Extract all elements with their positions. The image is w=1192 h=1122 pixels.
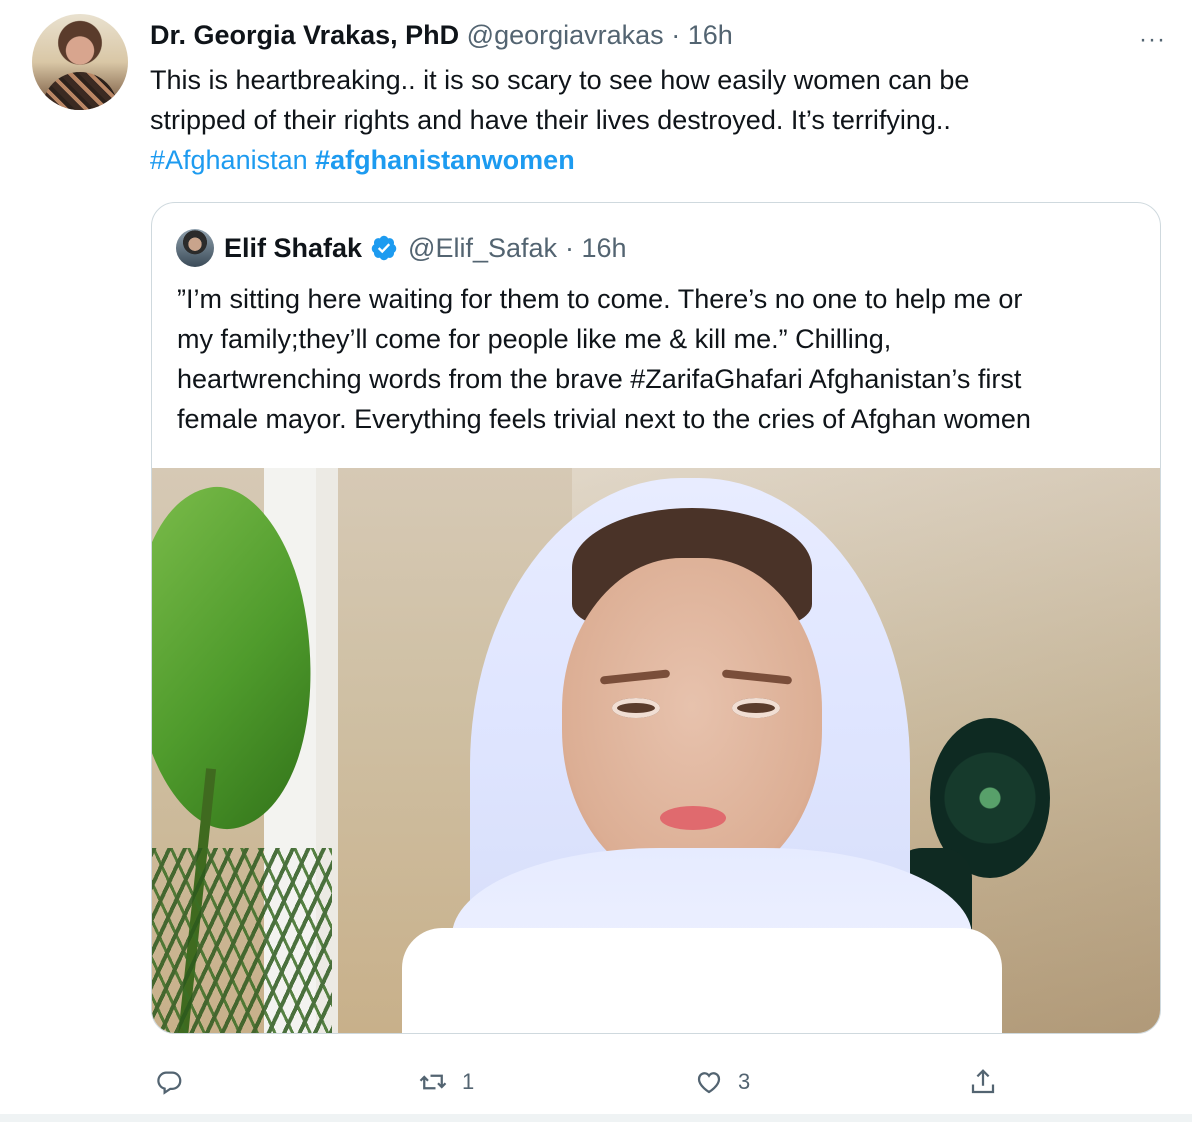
quoted-tweet-text: ”I’m sitting here waiting for them to co… (177, 279, 1147, 439)
hashtag-link[interactable]: #Afghanistan (150, 145, 308, 175)
photo-eye (612, 698, 660, 718)
tweet-text-line: stripped of their rights and have their … (150, 105, 951, 135)
quoted-tweet-time[interactable]: · 16h (565, 233, 627, 264)
verified-badge-icon (371, 235, 397, 261)
quoted-author-avatar[interactable] (176, 229, 214, 267)
quoted-author-handle[interactable]: @Elif_Safak (408, 233, 557, 264)
like-count: 3 (738, 1069, 751, 1094)
retweet-count: 1 (462, 1069, 475, 1094)
photo-collar (402, 928, 1002, 1033)
quoted-text-line: female mayor. Everything feels trivial n… (177, 404, 1031, 434)
more-options-icon[interactable]: ··· (1139, 26, 1166, 54)
photo-lips (660, 806, 726, 830)
reply-icon (157, 1071, 182, 1095)
tweet-hashtags: #Afghanistan #afghanistanwomen (150, 140, 1160, 180)
tweet-header: Dr. Georgia Vrakas, PhD @georgiavrakas ·… (150, 18, 733, 52)
retweet-button[interactable]: 1 (418, 1062, 474, 1102)
photo-eye (732, 698, 780, 718)
avatar-image-detail (42, 72, 118, 110)
quoted-text-line: my family;they’ll come for people like m… (177, 324, 892, 354)
heart-icon (697, 1072, 721, 1094)
quoted-text-line: heartwrenching words from the brave #Zar… (177, 364, 1022, 394)
quoted-tweet[interactable]: Elif Shafak @Elif_Safak · 16h ”I’m sitti… (151, 202, 1161, 1034)
tweet-text-line: This is heartbreaking.. it is so scary t… (150, 65, 970, 95)
share-icon (971, 1069, 995, 1094)
share-button[interactable] (968, 1062, 998, 1102)
tweet-text: This is heartbreaking.. it is so scary t… (150, 60, 1160, 180)
photo-palm (152, 848, 332, 1033)
reply-button[interactable] (154, 1062, 198, 1102)
hashtag-link[interactable]: #afghanistanwomen (315, 145, 575, 175)
retweet-icon (419, 1074, 447, 1090)
tweet-time[interactable]: · 16h (671, 20, 733, 50)
tweet-actions: 1 3 (150, 1062, 1030, 1102)
author-handle[interactable]: @georgiavrakas (467, 20, 664, 50)
quoted-tweet-photo[interactable] (152, 468, 1160, 1033)
author-avatar[interactable] (32, 14, 128, 110)
quoted-author-name[interactable]: Elif Shafak (224, 233, 362, 264)
quoted-text-line: ”I’m sitting here waiting for them to co… (177, 284, 1023, 314)
photo-face (562, 558, 822, 888)
like-button[interactable]: 3 (694, 1062, 750, 1102)
bottom-divider (0, 1114, 1192, 1122)
author-name[interactable]: Dr. Georgia Vrakas, PhD (150, 20, 459, 50)
quoted-tweet-header: Elif Shafak @Elif_Safak · 16h (176, 229, 627, 267)
